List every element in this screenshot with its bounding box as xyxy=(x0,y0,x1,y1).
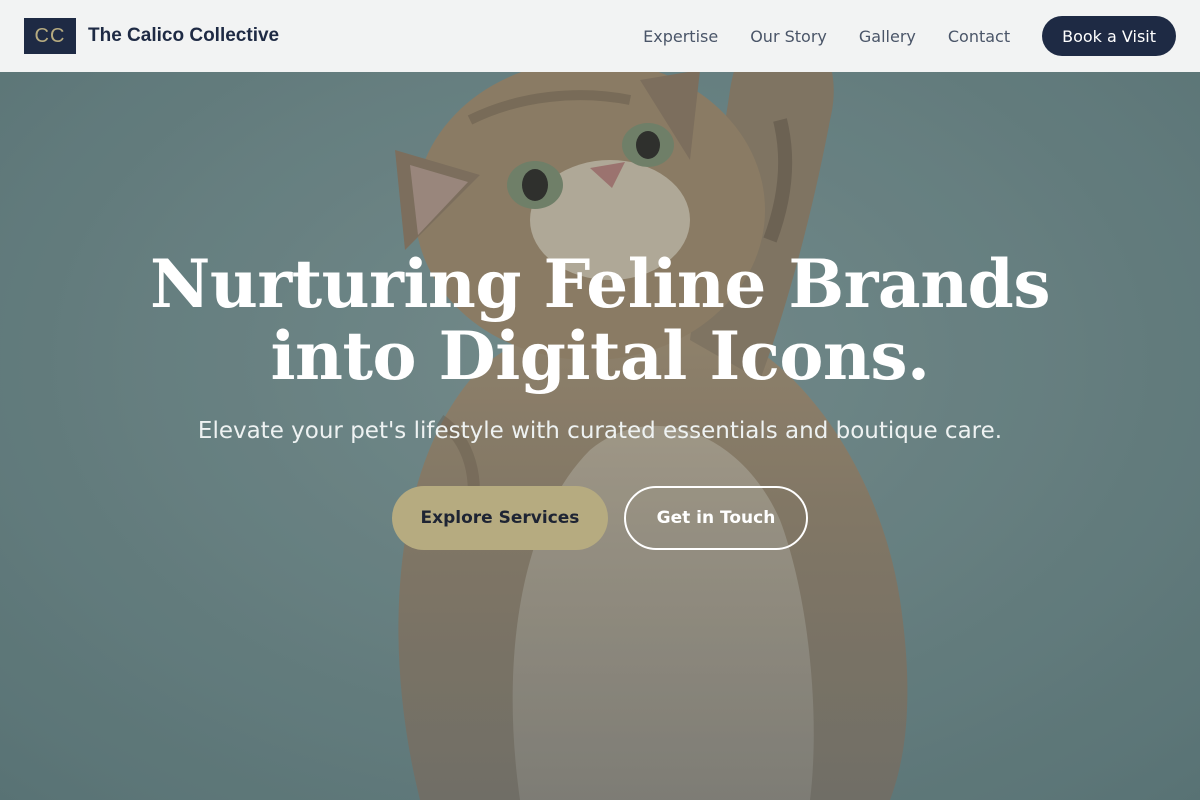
explore-services-button[interactable]: Explore Services xyxy=(392,486,608,550)
site-header: CC The Calico Collective Expertise Our S… xyxy=(0,0,1200,72)
main-nav: Expertise Our Story Gallery Contact xyxy=(643,27,1010,46)
nav-link-our-story[interactable]: Our Story xyxy=(750,27,827,46)
hero-title: Nurturing Feline Brands into Digital Ico… xyxy=(100,248,1100,392)
get-in-touch-button[interactable]: Get in Touch xyxy=(624,486,808,550)
hero-content: Nurturing Feline Brands into Digital Ico… xyxy=(0,248,1200,550)
hero-title-line-2: into Digital Icons. xyxy=(270,317,930,395)
hero-actions: Explore Services Get in Touch xyxy=(0,486,1200,550)
nav-link-expertise[interactable]: Expertise xyxy=(643,27,718,46)
nav-link-gallery[interactable]: Gallery xyxy=(859,27,916,46)
logo-link[interactable]: CC The Calico Collective xyxy=(24,18,279,54)
book-a-visit-button[interactable]: Book a Visit xyxy=(1042,16,1176,56)
nav-link-contact[interactable]: Contact xyxy=(948,27,1010,46)
logo-mark: CC xyxy=(24,18,76,54)
hero-title-line-1: Nurturing Feline Brands xyxy=(150,245,1050,323)
hero-subtitle: Elevate your pet's lifestyle with curate… xyxy=(197,418,1003,444)
brand-name: The Calico Collective xyxy=(88,25,280,46)
